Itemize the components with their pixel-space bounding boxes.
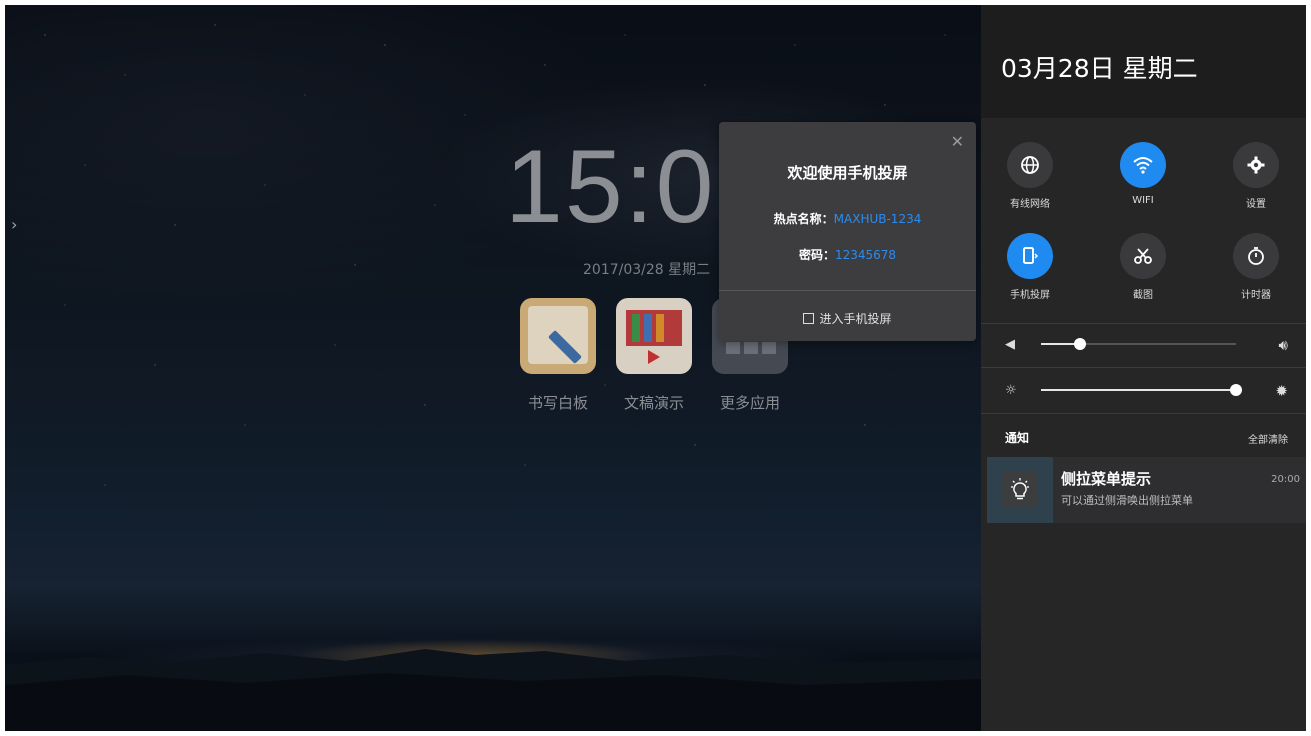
password-row: 密码：12345678 <box>719 246 976 263</box>
notification-body: 可以通过侧滑唤出侧拉菜单 <box>1061 494 1193 507</box>
brightness-low-icon: ☼ <box>1005 383 1017 398</box>
enter-screen-cast-button[interactable]: 进入手机投屏 <box>719 310 976 327</box>
divider <box>981 413 1306 414</box>
brightness-slider[interactable] <box>1041 384 1242 396</box>
volume-slider[interactable] <box>1041 338 1236 350</box>
globe-icon <box>1007 142 1053 188</box>
phone-cast-icon <box>1007 233 1053 279</box>
notification-time: 20:00 <box>1271 474 1300 485</box>
divider <box>981 367 1306 368</box>
timer-icon <box>1233 233 1279 279</box>
qs-wired-network[interactable]: 有线网络 <box>995 142 1065 210</box>
lightbulb-icon <box>1002 472 1038 508</box>
volume-low-icon: ◀ <box>1005 337 1015 352</box>
password-value: 12345678 <box>834 248 897 262</box>
panel-date: 03月28日 星期二 <box>1001 54 1198 83</box>
presentation-icon <box>616 298 692 374</box>
qs-settings[interactable]: 设置 <box>1221 142 1291 210</box>
scissors-icon <box>1120 233 1166 279</box>
qs-screenshot[interactable]: 截图 <box>1108 233 1178 301</box>
qs-label: WIFI <box>1132 195 1154 206</box>
volume-thumb[interactable] <box>1074 338 1086 350</box>
enter-icon <box>803 313 815 324</box>
notification-title: 侧拉菜单提示 <box>1061 470 1152 488</box>
app-slides[interactable]: 文稿演示 <box>614 298 694 413</box>
brightness-slider-row: ☼ ✹ <box>981 369 1306 411</box>
volume-slider-row: ◀ 🔊︎ <box>981 323 1306 365</box>
app-label: 书写白板 <box>527 394 588 412</box>
hotspot-row: 热点名称：MAXHUB-1234 <box>719 210 976 227</box>
hotspot-label: 热点名称： <box>773 212 834 226</box>
popup-title: 欢迎使用手机投屏 <box>787 164 908 182</box>
home-clock: 15:0 <box>505 129 716 245</box>
qs-timer[interactable]: 计时器 <box>1221 233 1291 301</box>
qs-label: 截图 <box>1133 290 1153 301</box>
qs-label: 有线网络 <box>1010 199 1050 210</box>
clear-all-button[interactable]: 全部清除 <box>1248 431 1288 446</box>
qs-phone-cast[interactable]: 手机投屏 <box>995 233 1065 301</box>
app-label: 文稿演示 <box>623 394 684 412</box>
app-whiteboard[interactable]: 书写白板 <box>518 298 598 413</box>
home-date: 2017/03/28 星期二 <box>583 262 711 278</box>
brightness-fill <box>1041 389 1236 391</box>
qs-label: 设置 <box>1246 199 1266 210</box>
divider <box>719 290 976 291</box>
notifications-title: 通知 <box>1005 431 1030 445</box>
panel-header: 03月28日 星期二 <box>981 5 1306 118</box>
qs-label: 计时器 <box>1241 290 1271 301</box>
whiteboard-icon <box>520 298 596 374</box>
wifi-icon <box>1120 142 1166 188</box>
side-menu-handle-icon[interactable]: › <box>11 215 17 234</box>
volume-high-icon: 🔊︎ <box>1278 336 1288 354</box>
qs-wifi[interactable]: WIFI <box>1108 142 1178 206</box>
qs-label: 手机投屏 <box>1010 290 1050 301</box>
screen: › 15:0 2017/03/28 星期二 书写白板 文稿演示 更多应用 ✕ 欢… <box>5 5 1306 731</box>
app-label: 更多应用 <box>719 394 780 412</box>
enter-label: 进入手机投屏 <box>819 312 892 326</box>
hotspot-value: MAXHUB-1234 <box>833 212 922 226</box>
notification-icon-wrap <box>987 457 1053 523</box>
dim-overlay <box>5 5 981 731</box>
brightness-thumb[interactable] <box>1230 384 1242 396</box>
close-icon[interactable]: ✕ <box>951 132 964 151</box>
brightness-high-icon: ✹ <box>1275 382 1288 400</box>
side-panel: 03月28日 星期二 有线网络 WIFI 设置 手机投屏 截图 计时器 ◀ 🔊︎… <box>981 5 1306 731</box>
notifications-header: 通知 全部清除 <box>981 417 1306 457</box>
gear-icon <box>1233 142 1279 188</box>
password-label: 密码： <box>798 248 835 262</box>
screen-cast-popup: ✕ 欢迎使用手机投屏 热点名称：MAXHUB-1234 密码：12345678 … <box>719 122 976 341</box>
notification-card[interactable]: 侧拉菜单提示 可以通过侧滑唤出侧拉菜单 20:00 <box>987 457 1306 523</box>
